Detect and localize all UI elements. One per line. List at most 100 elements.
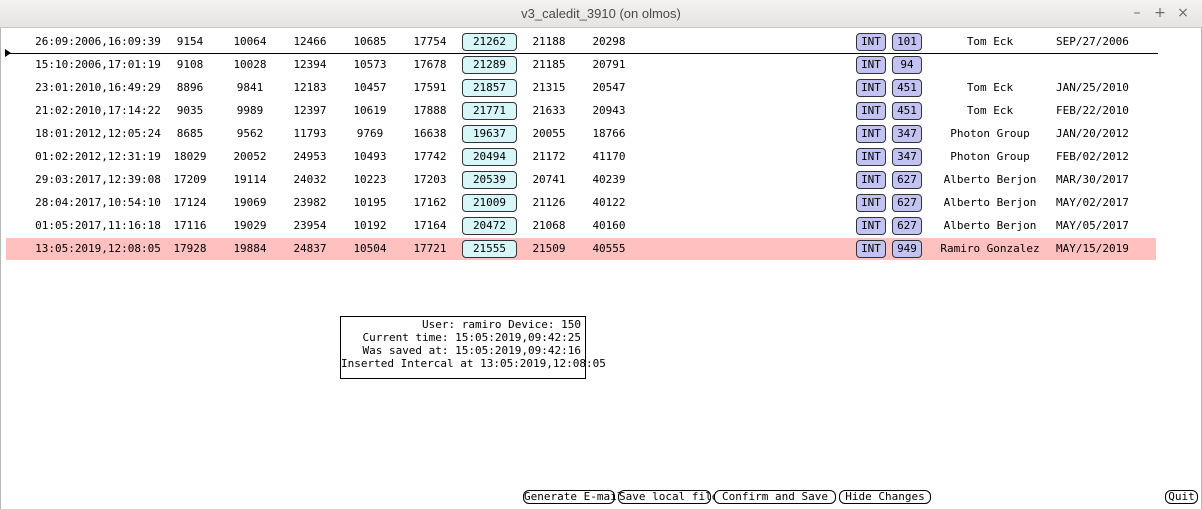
table-row[interactable]: 29:03:2017,12:39:08 17209 19114 24032 10223 1…: [6, 169, 1156, 191]
row-value-2: 19069: [233, 196, 267, 209]
row-value-2: 10064: [233, 35, 267, 48]
row-id-button[interactable]: 347: [892, 148, 922, 166]
row-value-6-box[interactable]: 21009: [462, 194, 517, 212]
info-user: User: ramiro Device: 150: [422, 318, 581, 331]
row-value-3: 23982: [293, 196, 327, 209]
row-type-button[interactable]: INT: [856, 125, 886, 143]
row-type-button[interactable]: INT: [856, 33, 886, 51]
row-value-7: 21068: [532, 219, 566, 232]
row-value-6-box[interactable]: 21555: [462, 240, 517, 258]
row-value-1: 9154: [176, 35, 204, 48]
row-type-button[interactable]: INT: [856, 194, 886, 212]
row-value-4: 10493: [353, 150, 387, 163]
row-value-8: 18766: [592, 127, 626, 140]
row-date: 26:09:2006,16:09:39: [35, 35, 161, 48]
row-edit-date: FEB/22/2010: [1056, 104, 1129, 117]
row-operator: Ramiro Gonzalez: [940, 242, 1040, 255]
row-date: 13:05:2019,12:08:05: [35, 242, 161, 255]
confirm-and-save-button[interactable]: Confirm and Save: [714, 490, 836, 504]
row-value-2: 20052: [233, 150, 267, 163]
row-value-4: 10619: [353, 104, 387, 117]
row-id-button[interactable]: 94: [892, 56, 922, 74]
table-row[interactable]: 23:01:2010,16:49:29 8896 9841 12183 10457 175…: [6, 77, 1156, 99]
row-value-6-box[interactable]: 20494: [462, 148, 517, 166]
table-row[interactable]: 01:05:2017,11:16:18 17116 19029 23954 10192 1…: [6, 215, 1156, 237]
row-edit-date: SEP/27/2006: [1056, 35, 1129, 48]
info-current-time: Current time: 15:05:2019,09:42:25: [362, 331, 581, 344]
row-value-1: 8896: [176, 81, 204, 94]
window-title: v3_caledit_3910 (on olmos): [521, 6, 681, 21]
row-value-5: 17591: [413, 81, 447, 94]
row-id-button[interactable]: 627: [892, 194, 922, 212]
row-separator: [8, 53, 1158, 54]
row-value-4: 10192: [353, 219, 387, 232]
row-value-8: 41170: [592, 150, 626, 163]
row-edit-date: MAY/02/2017: [1056, 196, 1129, 209]
close-icon[interactable]: ×: [1174, 4, 1192, 22]
row-type-button[interactable]: INT: [856, 217, 886, 235]
row-id-button[interactable]: 949: [892, 240, 922, 258]
quit-button[interactable]: Quit: [1165, 490, 1198, 504]
info-panel: User: ramiro Device: 150 Current time: 1…: [340, 316, 606, 379]
row-value-3: 11793: [293, 127, 327, 140]
row-id-button[interactable]: 627: [892, 217, 922, 235]
row-date: 01:05:2017,11:16:18: [35, 219, 161, 232]
row-value-6-box[interactable]: 21771: [462, 102, 517, 120]
row-value-4: 10573: [353, 58, 387, 71]
table-row[interactable]: 13:05:2019,12:08:05 17928 19884 24837 10504 1…: [6, 238, 1156, 260]
row-type-button[interactable]: INT: [856, 148, 886, 166]
table-row[interactable]: 21:02:2010,17:14:22 9035 9989 12397 10619 178…: [6, 100, 1156, 122]
row-edit-date: MAY/05/2017: [1056, 219, 1129, 232]
row-id-button[interactable]: 347: [892, 125, 922, 143]
row-value-7: 21509: [532, 242, 566, 255]
row-value-6-box[interactable]: 21857: [462, 79, 517, 97]
table-row[interactable]: 01:02:2012,12:31:19 18029 20052 24953 10493 1…: [6, 146, 1156, 168]
row-value-2: 19884: [233, 242, 267, 255]
row-value-6-box[interactable]: 19637: [462, 125, 517, 143]
row-operator: Tom Eck: [966, 81, 1014, 94]
row-value-2: 10028: [233, 58, 267, 71]
row-value-3: 12397: [293, 104, 327, 117]
row-operator: Photon Group: [950, 150, 1030, 163]
row-value-6-box[interactable]: 20472: [462, 217, 517, 235]
row-id-button[interactable]: 627: [892, 171, 922, 189]
row-date: 01:02:2012,12:31:19: [35, 150, 161, 163]
info-inserted: Inserted Intercal at 13:05:2019,12:08:05: [341, 357, 606, 370]
save-local-file-button[interactable]: Save local file: [618, 490, 718, 504]
row-value-8: 40160: [592, 219, 626, 232]
row-operator: Photon Group: [950, 127, 1030, 140]
row-operator: Alberto Berjon: [943, 173, 1037, 186]
minimize-icon[interactable]: –: [1128, 4, 1146, 22]
row-type-button[interactable]: INT: [856, 79, 886, 97]
maximize-icon[interactable]: +: [1151, 4, 1169, 22]
row-type-button[interactable]: INT: [856, 240, 886, 258]
row-operator: Tom Eck: [966, 104, 1014, 117]
row-value-6-box[interactable]: 20539: [462, 171, 517, 189]
row-value-7: 21188: [532, 35, 566, 48]
row-id-button[interactable]: 451: [892, 79, 922, 97]
row-id-button[interactable]: 451: [892, 102, 922, 120]
row-value-6-box[interactable]: 21262: [462, 33, 517, 51]
row-type-button[interactable]: INT: [856, 56, 886, 74]
generate-email-button[interactable]: Generate E-mail: [523, 490, 623, 504]
row-value-3: 12466: [293, 35, 327, 48]
row-type-button[interactable]: INT: [856, 171, 886, 189]
row-value-7: 21172: [532, 150, 566, 163]
table-row[interactable]: 18:01:2012,12:05:24 8685 9562 11793 9769 1663…: [6, 123, 1156, 145]
row-value-4: 10504: [353, 242, 387, 255]
row-id-button[interactable]: 101: [892, 33, 922, 51]
table-row[interactable]: 26:09:2006,16:09:39 9154 10064 12466 10685 17…: [6, 31, 1156, 53]
current-row-marker-icon: [5, 49, 11, 57]
hide-changes-button[interactable]: Hide Changes: [839, 490, 931, 504]
row-value-4: 10195: [353, 196, 387, 209]
row-edit-date: JAN/25/2010: [1056, 81, 1129, 94]
row-value-1: 9108: [176, 58, 204, 71]
row-value-2: 19029: [233, 219, 267, 232]
row-type-button[interactable]: INT: [856, 102, 886, 120]
row-value-5: 17203: [413, 173, 447, 186]
row-value-7: 20055: [532, 127, 566, 140]
table-row[interactable]: 28:04:2017,10:54:10 17124 19069 23982 10195 1…: [6, 192, 1156, 214]
row-value-4: 10457: [353, 81, 387, 94]
row-value-6-box[interactable]: 21289: [462, 56, 517, 74]
table-row[interactable]: 15:10:2006,17:01:19 9108 10028 12394 10573 17…: [6, 54, 1156, 76]
